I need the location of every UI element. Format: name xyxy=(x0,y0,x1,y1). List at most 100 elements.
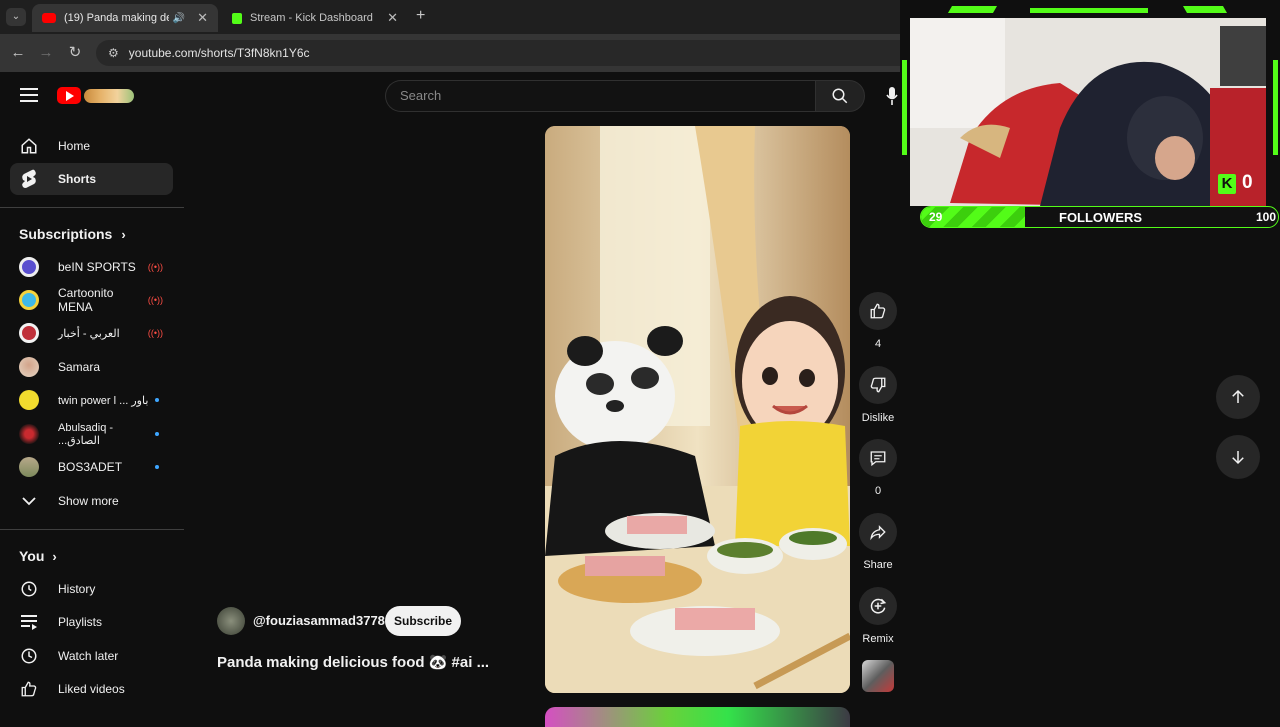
url-text: youtube.com/shorts/T3fN8kn1Y6c xyxy=(128,46,310,60)
sidebar-item-label: Home xyxy=(58,139,91,153)
frame-accent-bar xyxy=(902,60,907,155)
close-tab-icon[interactable]: ✕ xyxy=(197,10,208,26)
frame-accent-bar xyxy=(1273,60,1278,155)
menu-icon[interactable] xyxy=(20,88,38,102)
show-more-label: Show more xyxy=(58,494,119,508)
comments-button[interactable]: 0 xyxy=(859,439,897,497)
sidebar-item-label: العربي - أخبار xyxy=(58,327,120,340)
dislike-label: Dislike xyxy=(861,412,895,424)
playlists-icon xyxy=(19,612,39,632)
close-tab-icon[interactable]: ✕ xyxy=(387,10,398,26)
tab-youtube[interactable]: (19) Panda making delicious food 🔊 ✕ xyxy=(32,4,218,32)
shorts-icon xyxy=(19,169,39,189)
history-icon xyxy=(19,579,39,599)
channel-avatar xyxy=(19,323,39,343)
subscriptions-title: Subscriptions xyxy=(19,226,113,242)
sidebar-item-label: Shorts xyxy=(58,172,97,186)
show-more-button[interactable]: Show more xyxy=(10,485,173,517)
home-icon xyxy=(19,136,39,156)
new-tab-button[interactable]: + xyxy=(416,7,425,25)
sidebar-item-history[interactable]: History xyxy=(10,573,173,605)
youtube-logo[interactable] xyxy=(57,84,137,108)
channel-avatar xyxy=(19,424,39,444)
sidebar-item-label: twin power l ... باور xyxy=(58,394,149,407)
sidebar-item-liked-videos[interactable]: Liked videos xyxy=(10,673,173,705)
chevron-right-icon: › xyxy=(121,226,126,242)
sidebar-item-shorts[interactable]: Shorts xyxy=(10,163,173,195)
new-content-dot-icon xyxy=(155,432,159,436)
followers-label: FOLLOWERS xyxy=(1059,210,1143,225)
back-icon[interactable]: ← xyxy=(9,44,27,62)
sidebar-item-subscription[interactable]: العربي - أخبار ((•)) xyxy=(10,317,173,349)
sidebar-item-subscription[interactable]: Samara xyxy=(10,351,173,383)
thumbs-up-icon xyxy=(870,303,886,319)
followers-current: 29 xyxy=(929,210,943,224)
liked-videos-icon xyxy=(19,679,39,699)
followers-goal-bar: 29 FOLLOWERS 100 xyxy=(920,206,1279,228)
sidebar-item-label: Playlists xyxy=(58,615,103,629)
microphone-icon[interactable] xyxy=(886,86,898,106)
sidebar-item-playlists[interactable]: Playlists xyxy=(10,606,173,638)
arrow-down-icon xyxy=(1232,451,1244,465)
next-short-preview[interactable] xyxy=(545,707,850,727)
subscriptions-heading[interactable]: Subscriptions › xyxy=(19,226,126,242)
sidebar-item-label: Cartoonito MENA xyxy=(58,286,114,314)
sidebar-item-label: History xyxy=(58,582,96,596)
sidebar-item-label: Watch later xyxy=(58,649,119,663)
dislike-button[interactable]: Dislike xyxy=(859,366,897,424)
sidebar-item-label: BOS3ADET xyxy=(58,460,123,474)
remix-label: Remix xyxy=(862,633,894,645)
new-content-dot-icon xyxy=(155,398,159,402)
thumbs-down-icon xyxy=(870,377,886,393)
sidebar-item-subscription[interactable]: beIN SPORTS ((•)) xyxy=(10,251,173,283)
search-icon xyxy=(832,88,848,104)
sidebar-divider xyxy=(0,529,184,530)
like-button[interactable]: 4 xyxy=(859,292,897,350)
sidebar-item-label: Abulsadiq - ...الصادق xyxy=(58,421,114,447)
search-button[interactable] xyxy=(815,80,865,112)
frame-accent-bar xyxy=(1030,8,1148,13)
frame-accent-bar xyxy=(1182,6,1228,13)
tab-search-dropdown[interactable]: ⌄ xyxy=(6,8,26,26)
you-title: You xyxy=(19,548,45,564)
channel-name[interactable]: @fouziasammad3778 xyxy=(253,613,385,628)
tab-kick[interactable]: Stream - Kick Dashboard ✕ xyxy=(222,4,408,32)
sidebar-item-subscription[interactable]: Cartoonito MENA ((•)) xyxy=(10,284,173,316)
share-button[interactable]: Share xyxy=(859,513,897,571)
search-input[interactable]: Search xyxy=(385,80,815,112)
live-indicator-icon: ((•)) xyxy=(147,295,163,305)
forward-icon[interactable]: → xyxy=(37,44,55,62)
sidebar-item-subscription[interactable]: twin power l ... باور xyxy=(10,384,173,416)
sidebar-item-subscription[interactable]: BOS3ADET xyxy=(10,451,173,483)
previous-short-button[interactable] xyxy=(1216,375,1260,419)
comment-icon xyxy=(870,451,886,467)
speaker-icon[interactable]: 🔊 xyxy=(173,13,185,24)
sidebar-item-watch-later[interactable]: Watch later xyxy=(10,640,173,672)
sidebar-item-home[interactable]: Home xyxy=(10,130,173,162)
channel-avatar xyxy=(19,457,39,477)
short-video-player[interactable] xyxy=(545,126,850,693)
you-heading[interactable]: You › xyxy=(19,548,57,564)
like-count: 4 xyxy=(874,338,882,350)
tab-label: (19) Panda making delicious food xyxy=(64,12,169,24)
comment-count: 0 xyxy=(874,485,882,497)
short-title[interactable]: Panda making delicious food 🐼 #ai ... xyxy=(217,653,489,671)
channel-avatar[interactable] xyxy=(217,607,245,635)
arrow-up-icon xyxy=(1232,389,1244,403)
subscribe-button[interactable]: Subscribe xyxy=(385,606,461,636)
frame-accent-bar xyxy=(947,6,998,13)
stream-overlay: K 0 29 FOLLOWERS 100 xyxy=(900,0,1280,232)
reload-icon[interactable]: ↻ xyxy=(66,44,84,62)
audio-source-thumbnail[interactable] xyxy=(862,660,894,692)
url-field[interactable]: ⚙ youtube.com/shorts/T3fN8kn1Y6c xyxy=(96,40,916,66)
site-settings-icon[interactable]: ⚙ xyxy=(108,46,119,60)
sidebar-item-label: beIN SPORTS xyxy=(58,260,136,274)
next-short-button[interactable] xyxy=(1216,435,1260,479)
kick-logo-icon: K xyxy=(1218,174,1236,194)
doodle-bread-icon xyxy=(84,89,134,103)
remix-button[interactable]: Remix xyxy=(859,587,897,645)
watch-later-icon xyxy=(19,646,39,666)
remix-icon xyxy=(870,598,887,614)
sidebar-item-subscription[interactable]: Abulsadiq - ...الصادق xyxy=(10,418,173,450)
kick-favicon-icon xyxy=(232,12,242,24)
